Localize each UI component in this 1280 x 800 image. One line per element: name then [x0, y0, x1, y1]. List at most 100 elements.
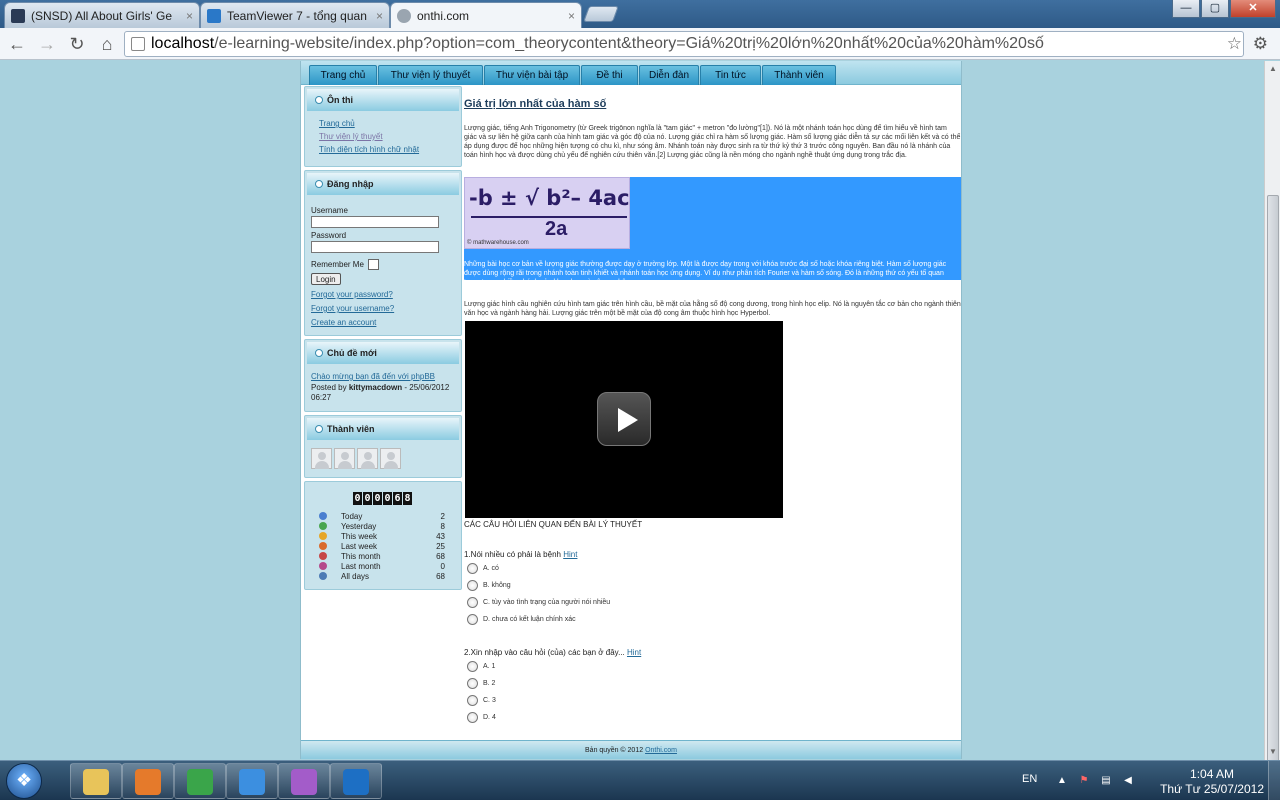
- site-footer: Bản quyền © 2012 Onthi.com: [301, 740, 961, 759]
- maximize-button[interactable]: ▢: [1201, 0, 1229, 18]
- visitor-person-icon: [319, 522, 327, 530]
- hint-link[interactable]: Hint: [563, 550, 577, 559]
- question: 2.Xin nhập vào câu hỏi (của) các bạn ở đ…: [464, 648, 641, 657]
- quadratic-formula-image: -b ± √ b²– 4ac 2a © mathwarehouse.com: [464, 177, 630, 249]
- forward-button[interactable]: →: [34, 31, 60, 57]
- article-title[interactable]: Giá trị lớn nhất của hàm số: [464, 98, 961, 110]
- chrome-icon: [187, 769, 213, 795]
- menu-item-forum[interactable]: Diễn đàn: [639, 65, 699, 85]
- menu-item-members[interactable]: Thành viên: [762, 65, 836, 85]
- answer-option[interactable]: B. 2: [467, 678, 495, 689]
- visitor-stat-value: 25: [436, 541, 445, 551]
- answer-radio[interactable]: [467, 563, 478, 574]
- answer-option[interactable]: D. 4: [467, 712, 496, 723]
- show-hidden-icons-icon[interactable]: ▲: [1056, 775, 1068, 787]
- member-avatar[interactable]: [380, 448, 401, 469]
- answer-radio[interactable]: [467, 580, 478, 591]
- menu-item-theory-library[interactable]: Thư viện lý thuyết: [378, 65, 483, 85]
- sidebar-link-rectangle-area[interactable]: Tính diện tích hình chữ nhật: [319, 145, 455, 154]
- member-avatar[interactable]: [311, 448, 332, 469]
- taskbar-app-app-purple[interactable]: [278, 763, 330, 799]
- answer-radio[interactable]: [467, 695, 478, 706]
- menu-item-home[interactable]: Trang chủ: [309, 65, 377, 85]
- visitor-stat-label: Last week: [341, 541, 378, 551]
- sidebar-link-theory-library[interactable]: Thư viện lý thuyết: [319, 132, 455, 141]
- page-scrollbar[interactable]: ▲ ▼: [1264, 61, 1280, 785]
- login-button[interactable]: Login: [311, 273, 341, 285]
- answer-label: D. 4: [483, 714, 496, 721]
- menu-item-exercise-library[interactable]: Thư viện bài tập: [484, 65, 580, 85]
- browser-tab-active[interactable]: onthi.com ×: [390, 2, 582, 28]
- taskbar-app-explorer[interactable]: [70, 763, 122, 799]
- show-desktop-button[interactable]: [1268, 761, 1280, 800]
- address-bar[interactable]: localhost /e-learning-website/index.php?…: [124, 31, 1244, 57]
- answer-option[interactable]: C. 3: [467, 695, 496, 706]
- network-icon[interactable]: ▤: [1100, 775, 1112, 787]
- start-button[interactable]: [6, 763, 42, 799]
- password-field[interactable]: [311, 241, 439, 253]
- sidebar-link-home[interactable]: Trang chủ: [319, 119, 455, 128]
- language-indicator[interactable]: EN: [1022, 773, 1037, 785]
- answer-option[interactable]: C. tùy vào tình trạng của người nói nhiề…: [467, 597, 610, 608]
- remember-me-checkbox[interactable]: [367, 259, 379, 270]
- copyright-text: Bản quyền © 2012: [585, 747, 644, 754]
- action-center-icon[interactable]: ⚑: [1078, 775, 1090, 787]
- close-window-button[interactable]: ✕: [1230, 0, 1276, 18]
- visitor-stat-value: 8: [440, 521, 445, 531]
- answer-radio[interactable]: [467, 712, 478, 723]
- play-icon[interactable]: [597, 392, 651, 446]
- footer-site-link[interactable]: Onthi.com: [645, 747, 677, 754]
- reload-button[interactable]: ↻: [64, 31, 90, 57]
- remember-me-label: Remember Me: [311, 260, 364, 269]
- forgot-password-link[interactable]: Forgot your password?: [311, 290, 455, 299]
- visitor-stat-label: Today: [341, 511, 363, 521]
- menu-item-exams[interactable]: Đề thi: [581, 65, 638, 85]
- system-clock[interactable]: 1:04 AM Thứ Tư 25/07/2012: [1160, 767, 1264, 797]
- answer-radio[interactable]: [467, 661, 478, 672]
- answer-option[interactable]: B. không: [467, 580, 511, 591]
- tab-close-icon[interactable]: ×: [186, 9, 193, 23]
- taskbar-app-internet-explorer[interactable]: [226, 763, 278, 799]
- clock-time: 1:04 AM: [1190, 767, 1235, 781]
- wrench-menu-icon[interactable]: ⚙: [1253, 34, 1268, 54]
- browser-tab[interactable]: (SNSD) All About Girls' Ge ×: [4, 2, 200, 28]
- visitor-stat-value: 68: [436, 551, 445, 561]
- formula-denominator: 2a: [545, 218, 568, 240]
- member-avatar[interactable]: [357, 448, 378, 469]
- browser-tab[interactable]: TeamViewer 7 - tổng quan ×: [200, 2, 390, 28]
- forgot-username-link[interactable]: Forgot your username?: [311, 304, 455, 313]
- minimize-button[interactable]: —: [1172, 0, 1200, 18]
- bookmark-star-icon[interactable]: ☆: [1227, 34, 1242, 54]
- tab-close-icon[interactable]: ×: [376, 9, 383, 23]
- hint-link[interactable]: Hint: [627, 648, 641, 657]
- volume-icon[interactable]: ◀: [1122, 775, 1134, 787]
- taskbar-app-media-player[interactable]: [122, 763, 174, 799]
- scroll-down-arrow-icon[interactable]: ▼: [1265, 744, 1280, 760]
- visitor-stat-row: Today 2: [319, 511, 455, 521]
- username-field[interactable]: [311, 216, 439, 228]
- back-button[interactable]: ←: [4, 31, 30, 57]
- topic-link[interactable]: Chào mừng bạn đã đến với phpBB: [311, 372, 455, 381]
- menu-item-news[interactable]: Tin tức: [700, 65, 761, 85]
- windows-taskbar: EN ▲ ⚑ ▤ ◀ 1:04 AM Thứ Tư 25/07/2012: [0, 760, 1280, 800]
- visitor-person-icon: [319, 572, 327, 580]
- answer-option[interactable]: A. có: [467, 563, 499, 574]
- tab-close-icon[interactable]: ×: [568, 9, 575, 23]
- home-button[interactable]: ⌂: [94, 31, 120, 57]
- create-account-link[interactable]: Create an account: [311, 318, 455, 327]
- scroll-up-arrow-icon[interactable]: ▲: [1265, 61, 1280, 77]
- answer-radio[interactable]: [467, 614, 478, 625]
- new-tab-button[interactable]: [583, 6, 619, 22]
- page-favicon-icon: [397, 8, 411, 23]
- video-player[interactable]: [465, 321, 783, 518]
- taskbar-app-teamviewer[interactable]: [330, 763, 382, 799]
- answer-radio[interactable]: [467, 678, 478, 689]
- taskbar-app-chrome[interactable]: [174, 763, 226, 799]
- related-questions-heading: CÁC CÂU HỎI LIÊN QUAN ĐẾN BÀI LÝ THUYẾT: [464, 520, 643, 529]
- answer-label: A. có: [483, 565, 499, 572]
- answer-option[interactable]: A. 1: [467, 661, 495, 672]
- scroll-thumb[interactable]: [1267, 195, 1279, 785]
- answer-option[interactable]: D. chưa có kết luận chính xác: [467, 614, 576, 625]
- member-avatar[interactable]: [334, 448, 355, 469]
- answer-radio[interactable]: [467, 597, 478, 608]
